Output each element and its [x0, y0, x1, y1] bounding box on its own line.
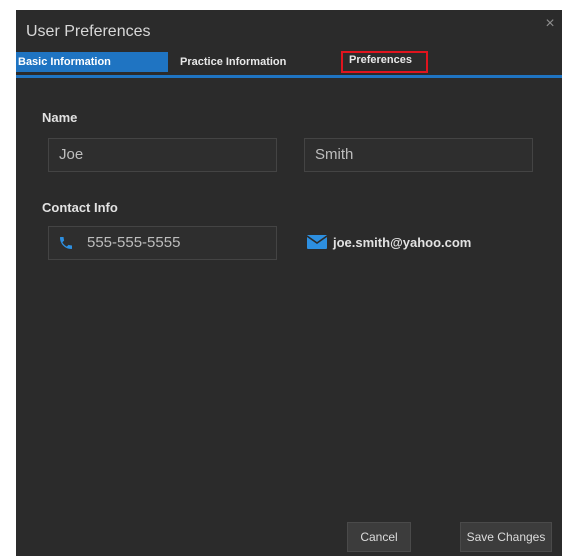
contact-info-label: Contact Info [42, 200, 118, 215]
phone-field[interactable]: 555-555-5555 [48, 226, 277, 260]
cancel-button[interactable]: Cancel [347, 522, 411, 552]
phone-icon [60, 237, 72, 249]
dialog-titlebar: User Preferences × [16, 10, 562, 52]
last-name-field[interactable]: Smith [304, 138, 533, 172]
phone-value: 555-555-5555 [87, 234, 181, 251]
tab-basic-information[interactable]: Basic Information [16, 52, 168, 72]
tab-preferences[interactable]: Preferences [341, 51, 428, 73]
close-icon[interactable]: × [542, 16, 558, 32]
email-value: joe.smith@yahoo.com [333, 234, 472, 250]
name-label: Name [42, 110, 78, 125]
dialog-title: User Preferences [26, 23, 151, 40]
save-changes-button[interactable]: Save Changes [460, 522, 552, 552]
tab-bar: Basic Information Practice Information P… [16, 51, 562, 74]
envelope-icon [307, 235, 327, 249]
first-name-field[interactable]: Joe [48, 138, 277, 172]
user-preferences-dialog: User Preferences × Basic Information Pra… [16, 10, 562, 556]
tab-underline [16, 75, 562, 78]
email-info: joe.smith@yahoo.com [307, 232, 471, 252]
tab-practice-information[interactable]: Practice Information [180, 52, 330, 72]
